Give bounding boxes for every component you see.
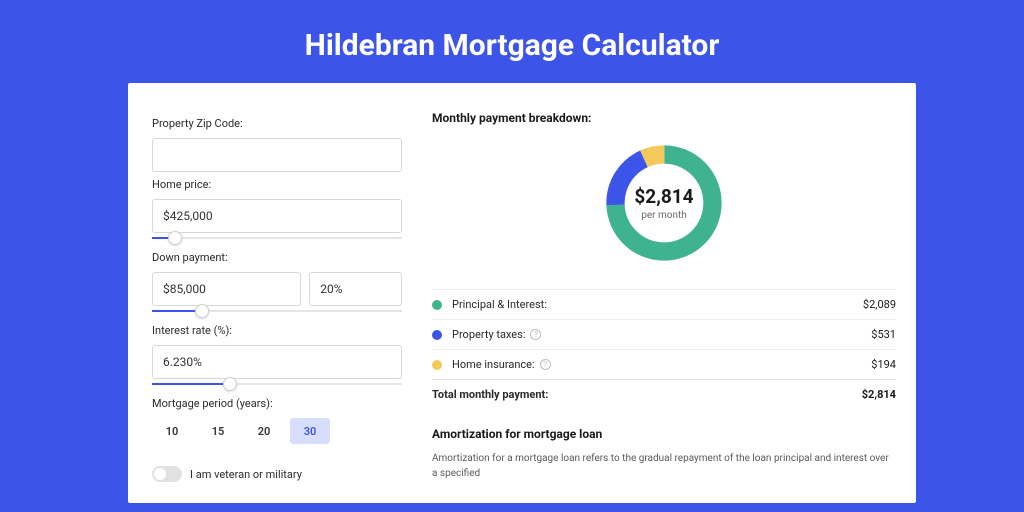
rate-slider-thumb[interactable] [223, 377, 237, 391]
legend-value-taxes: $531 [871, 328, 896, 341]
period-option-30[interactable]: 30 [290, 418, 330, 444]
legend-dot-taxes [432, 330, 442, 340]
legend-dot-principal [432, 300, 442, 310]
period-option-20[interactable]: 20 [244, 418, 284, 444]
legend-value-insurance: $194 [871, 358, 896, 371]
donut-sublabel: per month [634, 210, 693, 221]
legend-dot-insurance [432, 360, 442, 370]
breakdown-panel: Monthly payment breakdown: $2,814 per mo… [402, 111, 896, 503]
page-title: Hildebran Mortgage Calculator [0, 0, 1024, 83]
zip-input[interactable] [152, 138, 402, 172]
period-option-10[interactable]: 10 [152, 418, 192, 444]
price-slider-thumb[interactable] [168, 231, 182, 245]
legend-row-insurance: Home insurance: ? $194 [432, 349, 896, 379]
price-label: Home price: [152, 178, 402, 191]
donut-chart: $2,814 per month [432, 139, 896, 267]
rate-slider[interactable] [152, 377, 402, 389]
period-label: Mortgage period (years): [152, 397, 402, 410]
legend-value-principal: $2,089 [863, 298, 896, 311]
rate-label: Interest rate (%): [152, 324, 402, 337]
down-amount-input[interactable] [152, 272, 301, 306]
calculator-card: Property Zip Code: Home price: Down paym… [128, 83, 916, 503]
legend-row-principal: Principal & Interest: $2,089 [432, 289, 896, 319]
down-slider-thumb[interactable] [195, 304, 209, 318]
down-label: Down payment: [152, 251, 402, 264]
form-panel: Property Zip Code: Home price: Down paym… [152, 111, 402, 503]
amortization-text: Amortization for a mortgage loan refers … [432, 451, 896, 481]
period-group: 10 15 20 30 [152, 418, 402, 444]
legend-row-total: Total monthly payment: $2,814 [432, 379, 896, 409]
legend-label-insurance: Home insurance: [452, 358, 535, 371]
down-slider[interactable] [152, 304, 402, 316]
info-icon[interactable]: ? [530, 329, 541, 340]
veteran-toggle-knob [154, 468, 166, 480]
legend-value-total: $2,814 [862, 388, 896, 401]
price-slider[interactable] [152, 231, 402, 243]
rate-input[interactable] [152, 345, 402, 379]
legend-label-principal: Principal & Interest: [452, 298, 547, 311]
veteran-toggle[interactable] [152, 466, 182, 482]
down-percent-input[interactable] [309, 272, 402, 306]
zip-label: Property Zip Code: [152, 117, 402, 130]
breakdown-heading: Monthly payment breakdown: [432, 111, 896, 125]
rate-slider-fill [152, 383, 230, 385]
veteran-label: I am veteran or military [190, 468, 302, 481]
price-input[interactable] [152, 199, 402, 233]
donut-amount: $2,814 [634, 185, 693, 208]
amortization-heading: Amortization for mortgage loan [432, 427, 896, 441]
legend-label-taxes: Property taxes: [452, 328, 525, 341]
legend-row-taxes: Property taxes: ? $531 [432, 319, 896, 349]
info-icon[interactable]: ? [540, 359, 551, 370]
period-option-15[interactable]: 15 [198, 418, 238, 444]
legend-label-total: Total monthly payment: [432, 388, 548, 401]
